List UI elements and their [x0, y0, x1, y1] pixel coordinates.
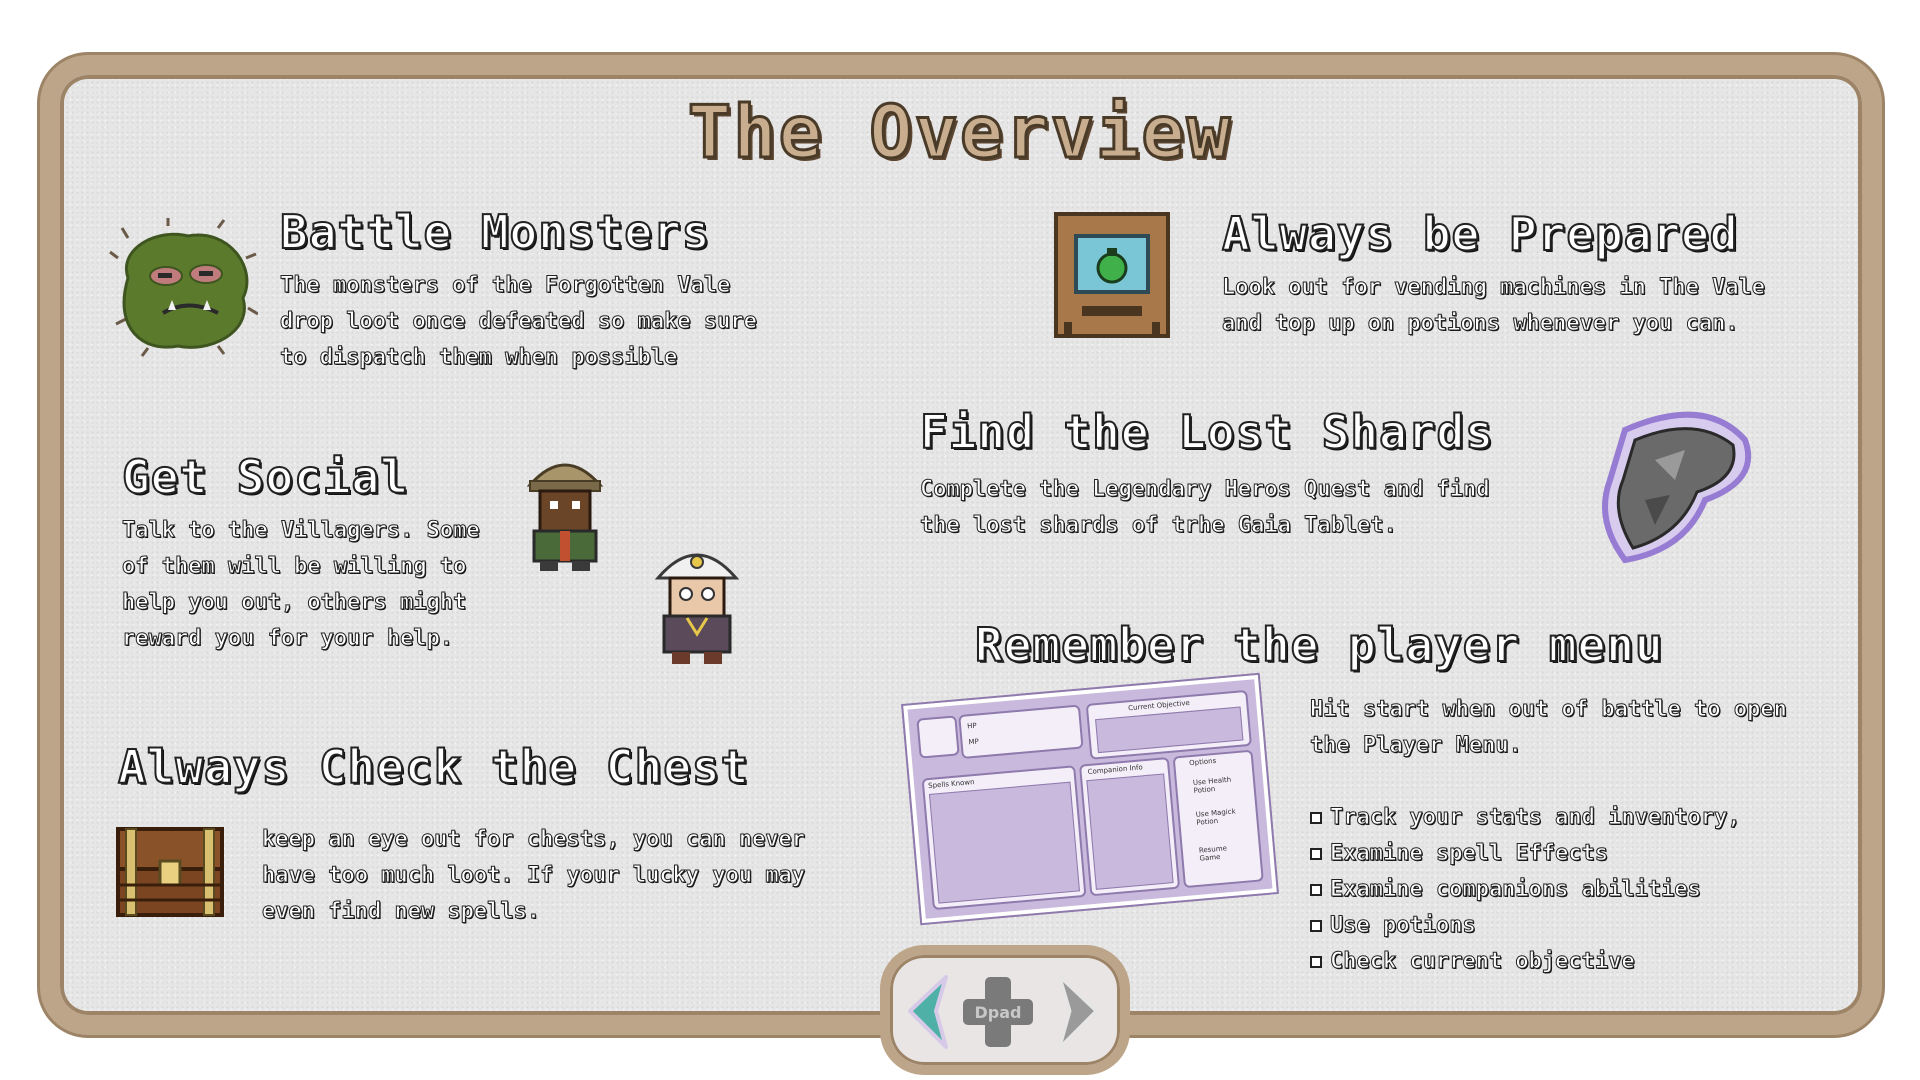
options-label: Options	[1188, 756, 1217, 768]
prepared-body: Look out for vending machines in The Val…	[1221, 275, 1766, 337]
next-arrow-icon[interactable]	[1058, 975, 1098, 1049]
villager-icon	[526, 463, 604, 571]
spells-known-label: Spells Known	[927, 778, 975, 791]
options-panel: Options Use Health Potion Use Magick Pot…	[1172, 749, 1264, 889]
option-health: Use Health Potion	[1192, 775, 1232, 795]
menu-heading: Remember the player menu	[974, 617, 1664, 673]
battle-body: The monsters of the Forgotten Vale drop …	[280, 273, 758, 371]
companion-info-label: Companion Info	[1087, 763, 1144, 777]
avatar	[916, 715, 960, 759]
social-heading: Get Social	[121, 449, 409, 505]
prepared-heading: Always be Prepared	[1221, 206, 1739, 262]
menu-bullet-list: Track your stats and inventory, Examine …	[1310, 800, 1741, 980]
hp-label: HP	[966, 721, 978, 731]
dpad-label: Dpad	[975, 1003, 1022, 1022]
list-item: Examine companions abilities	[1310, 872, 1741, 908]
monster-icon	[109, 218, 258, 357]
page-title: The Overview	[686, 89, 1233, 176]
page-navigation: Dpad	[880, 945, 1130, 1075]
mp-label: MP	[968, 737, 980, 747]
chest-icon	[116, 827, 224, 917]
spells-panel: Spells Known	[921, 765, 1087, 911]
previous-arrow-icon[interactable]	[908, 975, 948, 1049]
vending-machine-icon	[1054, 212, 1170, 338]
objective-panel: Current Objective	[1085, 689, 1252, 760]
option-resume: Resume Game	[1198, 844, 1228, 863]
list-item: Track your stats and inventory,	[1310, 800, 1741, 836]
chest-body: keep an eye out for chests, you can neve…	[261, 827, 806, 925]
chest-heading: Always Check the Chest	[117, 739, 750, 795]
social-body: Talk to the Villagers. Some of them will…	[122, 518, 481, 652]
current-objective-label: Current Objective	[1127, 698, 1191, 713]
player-menu-mockup: HP MP Current Objective Spells Known Com…	[901, 672, 1279, 926]
list-item: Examine spell Effects	[1310, 836, 1741, 872]
shards-heading: Find the Lost Shards	[919, 404, 1494, 460]
list-item: Check current objective	[1310, 944, 1741, 980]
option-magick: Use Magick Potion	[1195, 807, 1236, 827]
battle-heading: Battle Monsters	[279, 204, 711, 260]
shard-icon	[1602, 411, 1752, 564]
menu-body: Hit start when out of battle to open the…	[1310, 697, 1788, 759]
shards-body: Complete the Legendary Heros Quest and f…	[920, 477, 1491, 539]
list-item: Use potions	[1310, 908, 1741, 944]
dpad-icon: Dpad	[963, 977, 1033, 1047]
stats-panel: HP MP	[958, 704, 1084, 760]
sage-icon	[654, 553, 740, 664]
companion-panel: Companion Info	[1078, 756, 1181, 897]
